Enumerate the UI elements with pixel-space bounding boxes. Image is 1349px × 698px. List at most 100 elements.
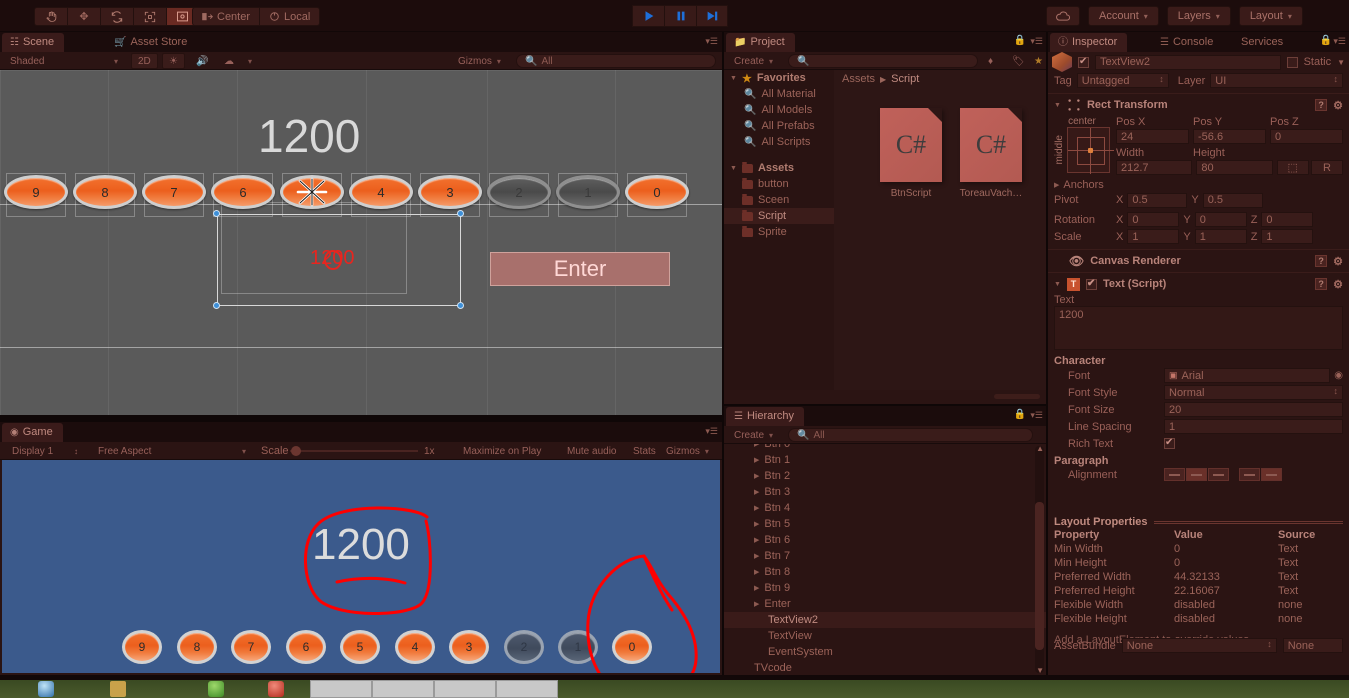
taskbar-icon-app-green[interactable] — [208, 681, 224, 697]
project-content-area[interactable]: Assets ▶ Script C# BtnScript C# ToreauVa… — [834, 70, 1046, 390]
filter-by-label-icon[interactable]: 🏷 — [1006, 53, 1031, 69]
project-folder-sceen[interactable]: Sceen — [724, 192, 834, 208]
line-spacing-field[interactable]: 1 — [1164, 419, 1343, 434]
gear-icon[interactable]: ⚙ — [1333, 278, 1343, 291]
scene-lighting-toggle[interactable]: ☀ — [162, 53, 185, 69]
scroll-down-arrow-icon[interactable]: ▼ — [1036, 666, 1044, 675]
taskbar-window-1[interactable] — [310, 680, 372, 698]
hierarchy-item-btn-8[interactable]: ▶ Btn 8 — [724, 564, 1046, 580]
scene-button-0[interactable]: 0 — [625, 175, 689, 209]
scene-options-icon[interactable]: ▾☰ — [705, 36, 718, 47]
game-button-4[interactable]: 4 — [395, 630, 435, 664]
project-favorite-all-prefabs[interactable]: 🔍 All Prefabs — [724, 118, 834, 134]
object-name-field[interactable]: TextView2 — [1095, 54, 1281, 70]
scene-audio-toggle[interactable]: 🔊 — [190, 53, 214, 69]
rot-y-field[interactable]: 0 — [1194, 212, 1247, 227]
hierarchy-item-textview[interactable]: TextView — [724, 628, 1046, 644]
asset-item-btnscript[interactable]: C# — [880, 108, 942, 182]
project-tree[interactable]: ▼ ★ Favorites 🔍 All Material 🔍 All Model… — [724, 70, 834, 390]
pivot-rotation-button[interactable]: Local — [259, 7, 321, 26]
layers-button[interactable]: Layers — [1166, 6, 1231, 26]
hierarchy-scrollbar[interactable] — [1035, 446, 1044, 673]
game-button-2[interactable]: 2 — [504, 630, 544, 664]
game-mute-toggle[interactable]: Mute audio — [561, 443, 622, 459]
taskbar-window-4[interactable] — [496, 680, 558, 698]
hierarchy-search-input[interactable]: 🔍 All — [788, 428, 1033, 442]
scroll-up-arrow-icon[interactable]: ▲ — [1036, 444, 1044, 453]
project-folder-sprite[interactable]: Sprite — [724, 224, 834, 240]
hierarchy-item-btn-9[interactable]: ▶ Btn 9 — [724, 580, 1046, 596]
tab-scene[interactable]: ☷ Scene — [2, 33, 65, 52]
pivot-y-field[interactable]: 0.5 — [1202, 192, 1263, 208]
raw-edit-button[interactable]: R — [1310, 160, 1343, 175]
taskbar-window-2[interactable] — [372, 680, 434, 698]
game-stats-toggle[interactable]: Stats — [627, 443, 662, 459]
game-button-7[interactable]: 7 — [231, 630, 271, 664]
project-zoom-slider[interactable] — [994, 394, 1040, 399]
hierarchy-tree[interactable]: ▶ Btn 0 ▶ Btn 1 ▶ Btn 2 ▶ Btn 3 ▶ Btn 4 … — [724, 444, 1046, 675]
scale-z-field[interactable]: 1 — [1261, 229, 1314, 244]
chevron-down-icon[interactable]: ▼ — [1054, 281, 1061, 288]
game-aspect-select[interactable]: Free Aspect — [92, 443, 252, 459]
pivot-x-field[interactable]: 0.5 — [1127, 192, 1188, 208]
static-dropdown-icon[interactable]: ▼ — [1337, 58, 1345, 67]
game-button-0[interactable]: 0 — [612, 630, 652, 664]
lock-icon[interactable]: 🔒 — [1014, 409, 1026, 420]
taskbar-icon-folder[interactable] — [110, 681, 126, 697]
align-top-button[interactable] — [1239, 468, 1260, 481]
project-favorite-all-scripts[interactable]: 🔍 All Scripts — [724, 134, 834, 150]
project-create-button[interactable]: Create — [728, 53, 779, 69]
chevron-down-icon[interactable]: ▼ — [1054, 102, 1061, 109]
anchors-row[interactable]: ▶ Anchors — [1054, 177, 1343, 192]
tab-hierarchy[interactable]: ☰ Hierarchy — [726, 407, 805, 426]
pause-button[interactable] — [664, 5, 696, 27]
alignment-horizontal-group[interactable] — [1164, 468, 1229, 481]
asset-item-toreauvach[interactable]: C# — [960, 108, 1022, 182]
game-button-8[interactable]: 8 — [177, 630, 217, 664]
rot-z-field[interactable]: 0 — [1261, 212, 1314, 227]
canvas-renderer-header[interactable]: 👁 Canvas Renderer ? ⚙ — [1054, 252, 1343, 270]
game-maximize-toggle[interactable]: Maximize on Play — [457, 443, 547, 459]
game-button-6[interactable]: 6 — [286, 630, 326, 664]
scene-canvas[interactable]: 1200 9 8 7 6 4 3 2 1 0 1200 Enter — [0, 70, 722, 415]
object-enabled-checkbox[interactable] — [1078, 56, 1089, 68]
hierarchy-item-btn-3[interactable]: ▶ Btn 3 — [724, 484, 1046, 500]
hierarchy-item-btn-1[interactable]: ▶ Btn 1 — [724, 452, 1046, 468]
font-style-select[interactable]: Normal — [1164, 385, 1343, 400]
help-icon[interactable]: ? — [1315, 278, 1328, 290]
static-checkbox[interactable] — [1286, 56, 1298, 68]
scale-y-field[interactable]: 1 — [1194, 229, 1247, 244]
game-button-9[interactable]: 9 — [122, 630, 162, 664]
align-right-button[interactable] — [1208, 468, 1229, 481]
hierarchy-create-button[interactable]: Create — [728, 427, 779, 443]
hierarchy-item-btn-4[interactable]: ▶ Btn 4 — [724, 500, 1046, 516]
object-picker-icon[interactable]: ◉ — [1334, 370, 1343, 381]
game-canvas[interactable]: 1200 9 8 7 6 5 4 3 2 1 0 1200 Enter — [2, 460, 720, 673]
selection-handle-tr[interactable] — [457, 210, 464, 217]
tab-project[interactable]: 📁 Project — [726, 33, 795, 52]
cloud-icon[interactable] — [1046, 6, 1080, 26]
hierarchy-item-btn-5[interactable]: ▶ Btn 5 — [724, 516, 1046, 532]
text-script-enabled-checkbox[interactable] — [1085, 278, 1097, 290]
filter-by-type-icon[interactable]: ♦ — [982, 53, 999, 69]
hierarchy-item-tvcode[interactable]: TVcode — [724, 660, 1046, 675]
game-button-3[interactable]: 3 — [449, 630, 489, 664]
alignment-vertical-group[interactable] — [1239, 468, 1282, 481]
game-gizmos-button[interactable]: Gizmos — [660, 443, 715, 459]
scene-draw-mode[interactable]: Shaded — [4, 53, 124, 69]
move-tool[interactable]: ✥ — [67, 7, 100, 26]
lock-icon[interactable]: 🔒 — [1320, 35, 1332, 46]
breadcrumb-script[interactable]: Script — [891, 73, 919, 85]
hierarchy-item-btn-7[interactable]: ▶ Btn 7 — [724, 548, 1046, 564]
scene-button-9[interactable]: 9 — [4, 175, 68, 209]
project-assets-root[interactable]: ▼ Assets — [724, 160, 834, 176]
rot-x-field[interactable]: 0 — [1127, 212, 1180, 227]
rect-transform-header[interactable]: ▼ Rect Transform ? ⚙ — [1054, 96, 1343, 114]
pivot-mode-button[interactable]: Center — [192, 7, 260, 26]
layer-select[interactable]: UI — [1210, 73, 1343, 88]
rotate-tool[interactable] — [100, 7, 133, 26]
game-display-select[interactable]: Display 1 ↕ — [6, 443, 84, 459]
project-options-icon[interactable]: ▾☰ — [1030, 36, 1043, 47]
scene-button-3[interactable]: 3 — [418, 175, 482, 209]
taskbar-icon-browser[interactable] — [38, 681, 54, 697]
